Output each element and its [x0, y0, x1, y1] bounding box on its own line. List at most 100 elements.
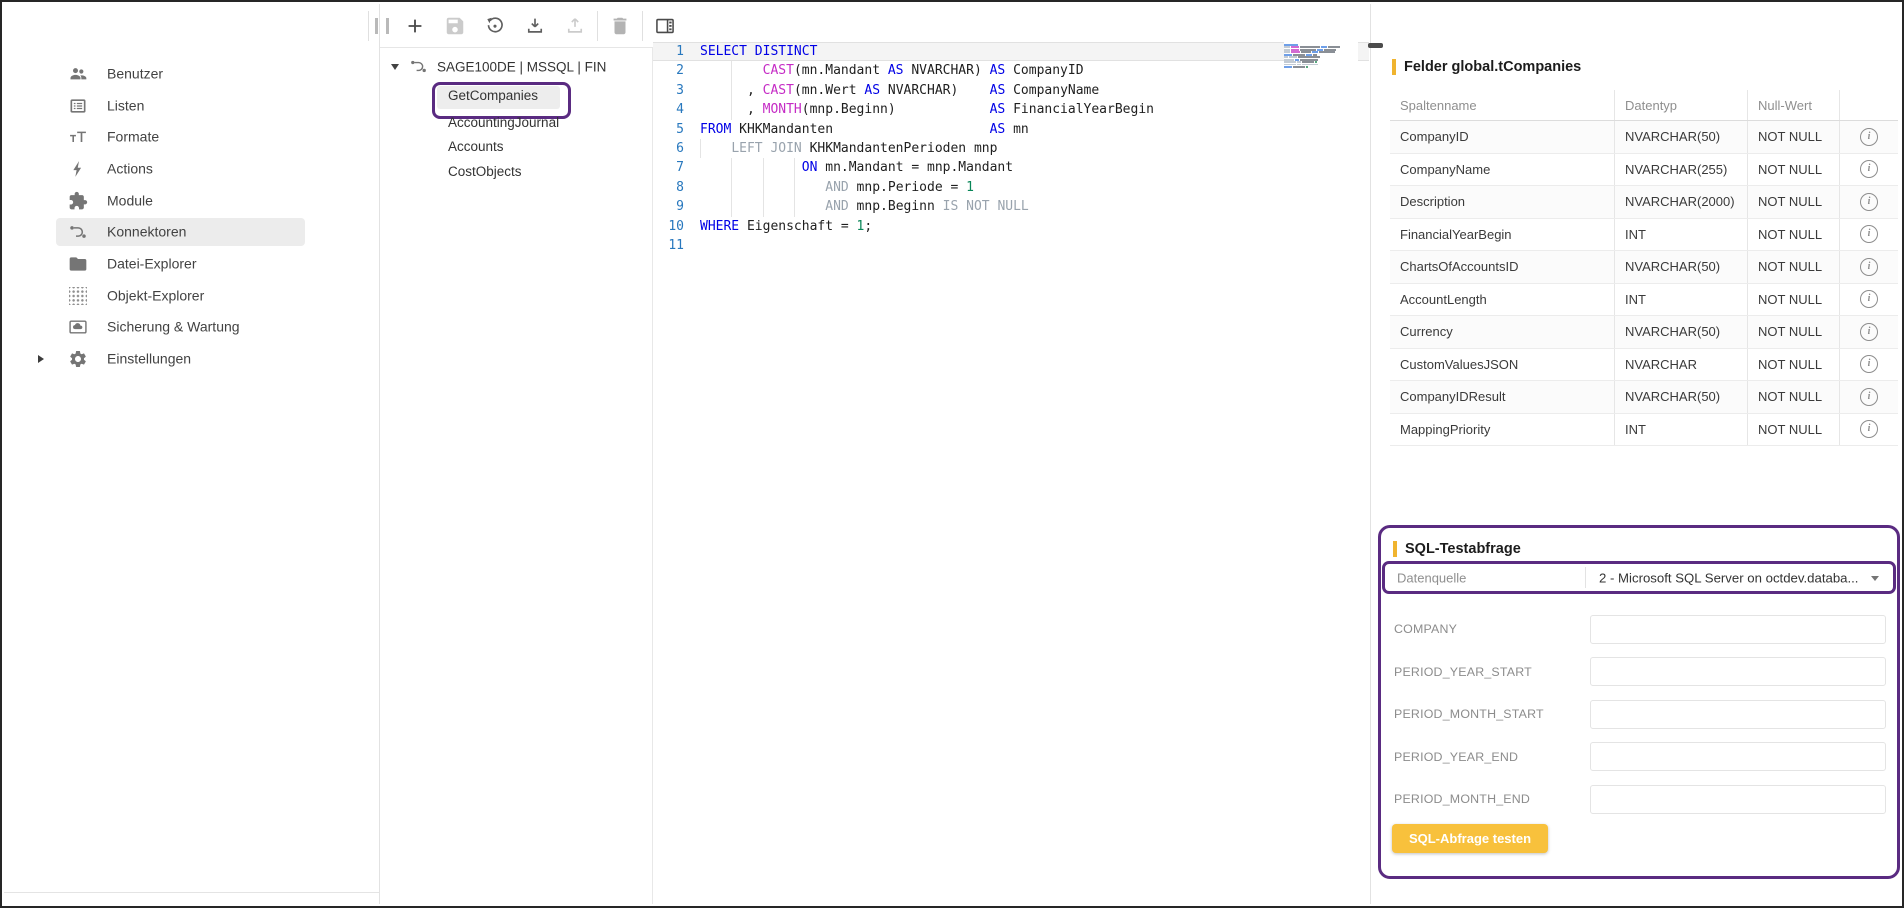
- code-text: WHERE Eigenschaft = 1;: [700, 217, 872, 236]
- info-icon[interactable]: [1860, 258, 1878, 276]
- sidebar-item-label: Sicherung & Wartung: [107, 319, 240, 335]
- info-icon[interactable]: [1860, 225, 1878, 243]
- info-icon[interactable]: [1860, 160, 1878, 178]
- info-icon[interactable]: [1860, 323, 1878, 341]
- toolbar-history-button[interactable]: [484, 15, 506, 37]
- info-icon[interactable]: [1860, 355, 1878, 373]
- column-header: Datentyp: [1614, 90, 1747, 120]
- code-line-4[interactable]: 4 , MONTH(mnp.Beginn) AS FinancialYearBe…: [653, 100, 1369, 119]
- param-input-company[interactable]: [1590, 615, 1886, 644]
- cell-datatype: NVARCHAR(50): [1614, 251, 1747, 283]
- dots-icon: [68, 286, 88, 306]
- info-icon[interactable]: [1860, 420, 1878, 438]
- sidebar-item-label: Benutzer: [107, 66, 163, 82]
- sidebar-item-einstellungen[interactable]: Einstellungen: [4, 343, 379, 375]
- toolbar-separator: [597, 11, 598, 41]
- expand-arrow-icon[interactable]: [38, 355, 44, 363]
- table-header-row: SpaltennameDatentypNull-Wert: [1390, 90, 1898, 121]
- cell-datatype: NVARCHAR: [1614, 349, 1747, 381]
- param-input-period_month_end[interactable]: [1590, 785, 1886, 814]
- cell-datatype: NVARCHAR(2000): [1614, 186, 1747, 218]
- toolbar-separator: [642, 11, 643, 41]
- code-line-2[interactable]: 2 CAST(mn.Mandant AS NVARCHAR) AS Compan…: [653, 61, 1369, 80]
- code-line-1[interactable]: 1 SELECT DISTINCT: [653, 42, 1369, 61]
- sql-editor[interactable]: 1 SELECT DISTINCT2 CAST(mn.Mandant AS NVA…: [653, 2, 1370, 908]
- cell-column-name: AccountLength: [1390, 284, 1614, 316]
- sidebar-item-objekt-explorer[interactable]: Objekt-Explorer: [4, 280, 379, 312]
- puzzle-icon: [68, 191, 88, 211]
- sidebar-item-label: Module: [107, 192, 153, 208]
- panel-resize-handle[interactable]: [1368, 43, 1383, 48]
- code-line-9[interactable]: 9 AND mnp.Beginn IS NOT NULL: [653, 197, 1369, 216]
- code-text: FROM KHKMandanten AS mn: [700, 120, 1029, 139]
- info-icon[interactable]: [1860, 388, 1878, 406]
- tree-root-label: SAGE100DE | MSSQL | FIN: [437, 60, 606, 75]
- line-number: 4: [653, 100, 684, 119]
- toolbar-download-button[interactable]: [524, 15, 546, 37]
- line-number: 9: [653, 197, 684, 216]
- cell-nullable: NOT NULL: [1747, 219, 1839, 251]
- toolbar-delete-button[interactable]: [609, 15, 631, 37]
- datasource-divider: [1585, 567, 1586, 588]
- sidebar-item-module[interactable]: Module: [4, 185, 379, 217]
- sidebar-item-formate[interactable]: Formate: [4, 121, 379, 153]
- sql-test-section: SQL-Testabfrage Datenquelle 2 - Microsof…: [1378, 525, 1900, 879]
- table-row: CompanyIDNVARCHAR(50)NOT NULL: [1390, 121, 1898, 154]
- code-line-11[interactable]: 11: [653, 236, 1369, 255]
- sidebar-item-konnektoren[interactable]: Konnektoren: [4, 216, 379, 248]
- line-number: 7: [653, 158, 684, 177]
- cell-nullable: NOT NULL: [1747, 381, 1839, 413]
- toolbar-add-button[interactable]: [404, 15, 426, 37]
- info-icon[interactable]: [1860, 128, 1878, 146]
- sidebar-divider[interactable]: [379, 4, 380, 904]
- sidebar-item-label: Einstellungen: [107, 351, 191, 367]
- folder-icon: [68, 254, 88, 274]
- cell-column-name: CompanyID: [1390, 121, 1614, 153]
- cell-column-name: ChartsOfAccountsID: [1390, 251, 1614, 283]
- table-row: DescriptionNVARCHAR(2000)NOT NULL: [1390, 186, 1898, 219]
- param-label-period_year_end: PERIOD_YEAR_END: [1394, 750, 1518, 764]
- tree-item-getcompanies[interactable]: GetCompanies: [448, 88, 538, 106]
- code-text: , CAST(mn.Wert AS NVARCHAR) AS CompanyNa…: [700, 81, 1099, 100]
- cell-datatype: NVARCHAR(50): [1614, 381, 1747, 413]
- column-header: Spaltenname: [1390, 90, 1614, 120]
- table-row: CompanyIDResultNVARCHAR(50)NOT NULL: [1390, 381, 1898, 414]
- line-number: 2: [653, 61, 684, 80]
- tree-item-costobjects[interactable]: CostObjects: [448, 164, 522, 182]
- column-header: Null-Wert: [1747, 90, 1839, 120]
- sidebar-item-datei-explorer[interactable]: Datei-Explorer: [4, 248, 379, 280]
- sidebar-item-listen[interactable]: Listen: [4, 90, 379, 122]
- toolbar-save-button: [444, 15, 466, 37]
- code-line-8[interactable]: 8 AND mnp.Periode = 1: [653, 178, 1369, 197]
- line-number: 6: [653, 139, 684, 158]
- toolbar-separator: [368, 11, 369, 41]
- code-line-3[interactable]: 3 , CAST(mn.Wert AS NVARCHAR) AS Company…: [653, 81, 1369, 100]
- info-icon[interactable]: [1860, 193, 1878, 211]
- tree-item-accounts[interactable]: Accounts: [448, 139, 504, 157]
- param-input-period_year_end[interactable]: [1590, 742, 1886, 771]
- code-line-7[interactable]: 7 ON mn.Mandant = mnp.Mandant: [653, 158, 1369, 177]
- line-number: 1: [653, 42, 684, 61]
- code-line-10[interactable]: 10WHERE Eigenschaft = 1;: [653, 217, 1369, 236]
- param-input-period_month_start[interactable]: [1590, 700, 1886, 729]
- sidebar-item-sicherung-wartung[interactable]: Sicherung & Wartung: [4, 312, 379, 344]
- info-icon[interactable]: [1860, 290, 1878, 308]
- test-sql-button[interactable]: SQL-Abfrage testen: [1392, 824, 1548, 853]
- tree-item-accountingjournal[interactable]: AccountingJournal: [448, 115, 559, 133]
- cell-nullable: NOT NULL: [1747, 349, 1839, 381]
- app-window: Benutzer ListenFormateActions Module Konnek…: [0, 0, 1904, 908]
- param-input-period_year_start[interactable]: [1590, 657, 1886, 686]
- connector-icon: [409, 57, 428, 76]
- table-row: MappingPriorityINTNOT NULL: [1390, 414, 1898, 447]
- code-line-5[interactable]: 5FROM KHKMandanten AS mn: [653, 120, 1369, 139]
- sidebar-item-benutzer[interactable]: Benutzer: [4, 58, 379, 90]
- datasource-select[interactable]: 2 - Microsoft SQL Server on octdev.datab…: [1599, 570, 1858, 585]
- editor-minimap[interactable]: [1284, 42, 1358, 72]
- code-text: SELECT DISTINCT: [700, 42, 817, 61]
- dropdown-caret-icon[interactable]: [1871, 576, 1879, 581]
- cell-nullable: NOT NULL: [1747, 154, 1839, 186]
- cell-nullable: NOT NULL: [1747, 414, 1839, 446]
- splitter-handle-icon[interactable]: [375, 18, 389, 34]
- sidebar-item-actions[interactable]: Actions: [4, 153, 379, 185]
- code-line-6[interactable]: 6 LEFT JOIN KHKMandantenPerioden mnp: [653, 139, 1369, 158]
